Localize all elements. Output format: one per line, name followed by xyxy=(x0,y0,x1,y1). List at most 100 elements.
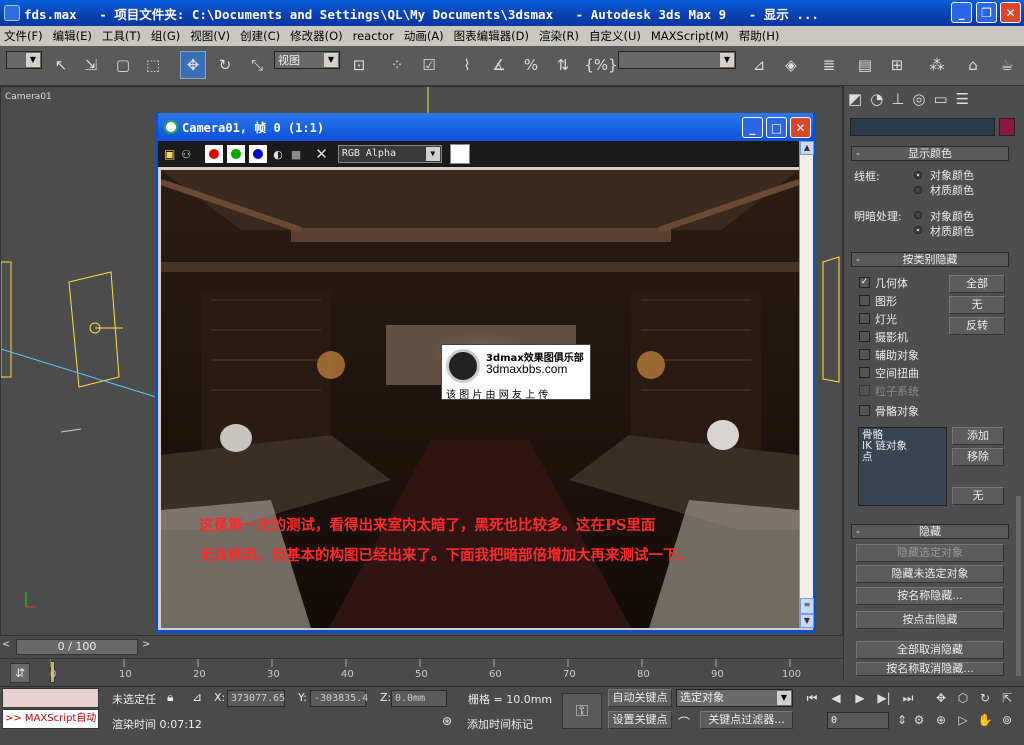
category-list[interactable]: 骨骼 IK 链对象 点 xyxy=(858,427,947,506)
play-icon[interactable]: ▶ xyxy=(851,689,869,707)
quick-render-icon[interactable]: ☕ xyxy=(994,51,1020,79)
schematic-view-icon[interactable]: ⊞ xyxy=(884,51,910,79)
menu-create[interactable]: 创建(C) xyxy=(240,28,280,44)
red-channel-button[interactable] xyxy=(205,145,224,163)
unhide-by-name-button[interactable]: 按名称取消隐藏... xyxy=(856,662,1004,676)
render-scrollbar[interactable]: ▲ ≡ ▼ xyxy=(799,141,814,628)
curve-editor-icon[interactable]: ▤ xyxy=(852,51,878,79)
display-color-rollout[interactable]: - 显示颜色 xyxy=(851,146,1009,161)
display-tab-icon[interactable]: ▭ xyxy=(933,90,947,108)
absolute-mode-icon[interactable]: ⊿ xyxy=(192,690,202,704)
material-editor-icon[interactable]: ⁂ xyxy=(924,51,950,79)
next-key-icon[interactable]: ▶| xyxy=(875,689,893,707)
maximize-viewport-icon[interactable]: ⇱ xyxy=(998,689,1016,707)
selection-filter-dropdown[interactable]: ▼ xyxy=(6,51,42,69)
menu-reactor[interactable]: reactor xyxy=(353,29,394,43)
snap-icon[interactable]: ⌇ xyxy=(454,51,480,79)
hide-by-hit-button[interactable]: 按点击隐藏 xyxy=(856,611,1004,629)
all-button[interactable]: 全部 xyxy=(949,275,1005,293)
spinner-snap-icon[interactable]: ⇅ xyxy=(550,51,576,79)
menu-customize[interactable]: 自定义(U) xyxy=(589,28,641,44)
scroll-down-icon[interactable]: ▼ xyxy=(800,614,814,628)
menu-graph-editors[interactable]: 图表编辑器(D) xyxy=(454,28,529,44)
align-icon[interactable]: ◈ xyxy=(778,51,804,79)
close-button[interactable]: ✕ xyxy=(1000,2,1021,23)
object-color-swatch[interactable] xyxy=(999,118,1015,136)
restore-button[interactable]: ❐ xyxy=(976,2,997,23)
blue-channel-button[interactable] xyxy=(249,145,268,163)
hand-pan-icon[interactable]: ✋ xyxy=(976,711,994,729)
key-filters-button[interactable]: 关键点过滤器... xyxy=(700,711,793,729)
motion-tab-icon[interactable]: ◎ xyxy=(912,90,925,108)
create-tab-icon[interactable]: ◩ xyxy=(848,90,862,108)
alpha-channel-icon[interactable]: ◐ xyxy=(273,148,283,161)
key-icon[interactable]: ⚿ xyxy=(562,693,602,729)
mirror-icon[interactable]: ⊿ xyxy=(746,51,772,79)
angle-snap-icon[interactable]: ∡ xyxy=(486,51,512,79)
keyboard-shortcut-icon[interactable]: ☑ xyxy=(416,51,442,79)
menu-help[interactable]: 帮助(H) xyxy=(739,28,780,44)
none-list-button[interactable]: 无 xyxy=(952,487,1004,505)
lock-selection-icon[interactable]: 🔒︎ xyxy=(167,690,173,705)
maxscript-listener-top[interactable] xyxy=(2,688,99,708)
scale-icon[interactable]: ⤡ xyxy=(244,51,270,79)
geometry-checkbox[interactable]: ✓ xyxy=(859,277,870,288)
app-icon[interactable] xyxy=(4,5,20,21)
rotate-icon[interactable]: ↻ xyxy=(212,51,238,79)
cameras-checkbox[interactable] xyxy=(859,331,870,342)
track-bar[interactable]: ⇵ 0 10 20 30 40 50 60 70 80 90 100 xyxy=(0,658,843,686)
goto-start-icon[interactable]: ⏮ xyxy=(803,689,821,707)
panel-scrollbar[interactable] xyxy=(1016,496,1021,676)
minimize-button[interactable]: _ xyxy=(742,117,763,138)
mini-curve-editor-icon[interactable]: ⇵ xyxy=(10,663,30,683)
maxscript-listener[interactable]: >> MAXScript自动 xyxy=(2,709,99,729)
list-item[interactable]: IK 链对象 xyxy=(862,441,943,452)
render-setup-icon[interactable]: ⌂ xyxy=(960,51,986,79)
hide-by-category-rollout[interactable]: - 按类别隐藏 xyxy=(851,252,1009,267)
key-mode-dropdown[interactable]: 选定对象 ▼ xyxy=(676,689,793,707)
named-selection-dropdown[interactable]: ▼ xyxy=(618,51,736,69)
rect-select-icon[interactable]: ▢ xyxy=(110,51,136,79)
set-key-button[interactable]: 设置关键点 xyxy=(608,711,672,729)
arc-rotate-icon[interactable]: ⊚ xyxy=(998,711,1016,729)
prev-key-icon[interactable]: ◀ xyxy=(827,689,845,707)
time-tag-icon[interactable]: ⊛ xyxy=(442,714,452,728)
save-icon[interactable]: ▣ xyxy=(164,147,175,161)
object-name-field[interactable] xyxy=(850,118,995,136)
move-icon[interactable]: ✥ xyxy=(180,51,206,79)
lights-checkbox[interactable] xyxy=(859,313,870,324)
layer-manager-icon[interactable]: ≣ xyxy=(816,51,842,79)
minimize-button[interactable]: _ xyxy=(951,2,972,23)
hierarchy-tab-icon[interactable]: ⊥ xyxy=(891,90,904,108)
space-warps-checkbox[interactable] xyxy=(859,367,870,378)
y-coordinate-field[interactable]: -303835.4 xyxy=(310,690,368,707)
shaded-object-color-radio[interactable] xyxy=(914,211,922,219)
select-by-name-icon[interactable]: ⇲ xyxy=(78,51,104,79)
named-selection-icon[interactable]: {%} xyxy=(584,51,617,79)
wireframe-material-color-radio[interactable] xyxy=(914,186,922,194)
menu-file[interactable]: 文件(F) xyxy=(4,28,43,44)
invert-button[interactable]: 反转 xyxy=(949,317,1005,335)
add-time-tag[interactable]: 添加时间标记 xyxy=(467,716,533,732)
dolly-icon[interactable]: ⊕ xyxy=(932,711,950,729)
bone-objects-checkbox[interactable] xyxy=(859,405,870,416)
orbit-icon[interactable]: ↻ xyxy=(976,689,994,707)
none-button[interactable]: 无 xyxy=(949,296,1005,314)
select-manipulate-icon[interactable]: ⁘ xyxy=(384,51,410,79)
menu-modifiers[interactable]: 修改器(O) xyxy=(290,28,343,44)
x-coordinate-field[interactable]: 373077.65 xyxy=(227,690,285,707)
close-button[interactable]: ✕ xyxy=(790,117,811,138)
window-crossing-icon[interactable]: ⬚ xyxy=(140,51,166,79)
monochrome-icon[interactable]: ■ xyxy=(291,148,301,161)
remove-button[interactable]: 移除 xyxy=(952,448,1004,466)
scroll-up-icon[interactable]: ▲ xyxy=(800,141,814,155)
time-slider[interactable]: 0 / 100 xyxy=(16,639,138,655)
menu-views[interactable]: 视图(V) xyxy=(190,28,230,44)
maximize-button[interactable]: □ xyxy=(766,117,787,138)
menu-group[interactable]: 组(G) xyxy=(151,28,180,44)
shapes-checkbox[interactable] xyxy=(859,295,870,306)
frame-spinner-icon[interactable]: ⇕ xyxy=(893,711,911,729)
hide-by-name-button[interactable]: 按名称隐藏... xyxy=(856,587,1004,605)
helpers-checkbox[interactable] xyxy=(859,349,870,360)
menu-tools[interactable]: 工具(T) xyxy=(102,28,141,44)
